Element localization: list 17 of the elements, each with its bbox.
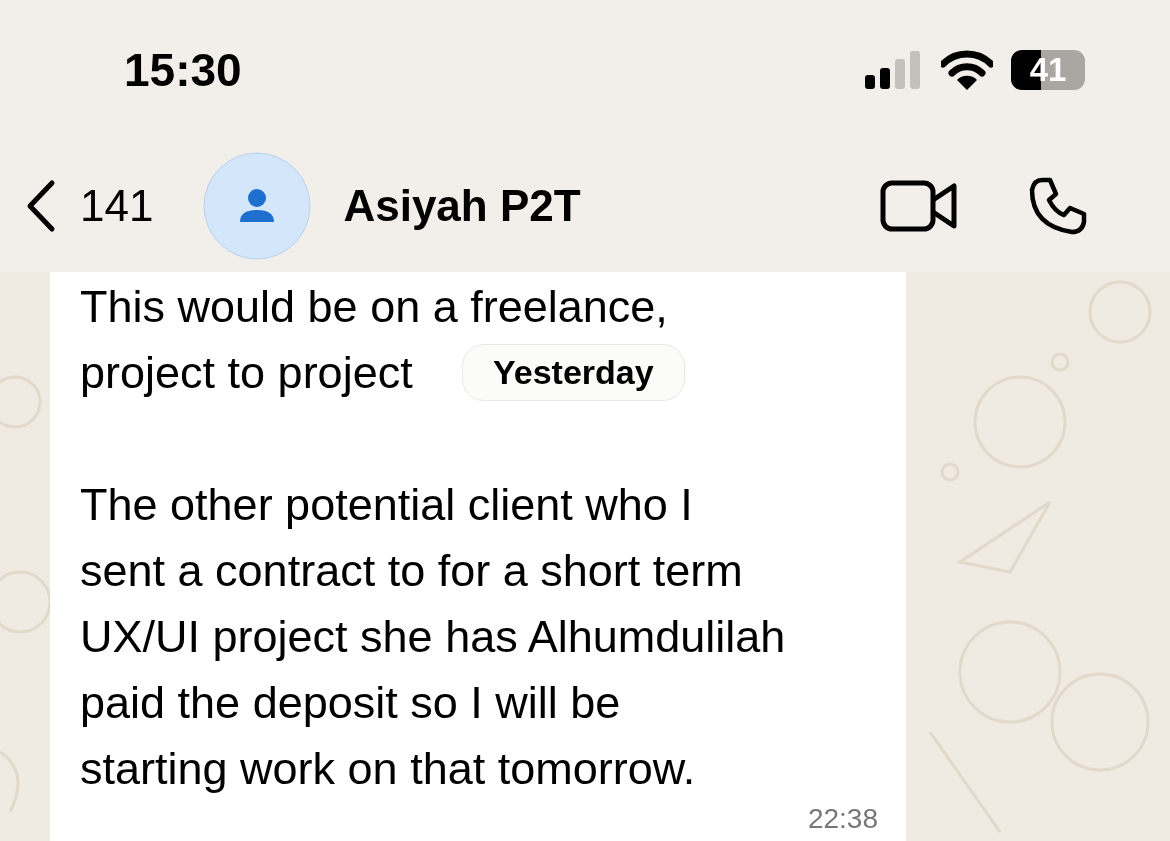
message-line: project to project [80,346,413,400]
message-line: The other potential client who I [80,478,693,532]
phone-call-icon[interactable] [1028,176,1088,236]
wifi-icon [941,50,993,90]
avatar-icon[interactable] [203,152,312,260]
back-button[interactable]: 141 [24,179,154,233]
message-line: This would be on a freelance, [80,280,668,334]
message-line: sent a contract to for a short term [80,544,743,598]
message-time: 22:38 [806,802,878,836]
contact-name[interactable]: Asiyah P2T [343,181,581,231]
status-time: 15:30 [124,43,242,97]
message-line: paid the deposit so I will be [80,676,621,730]
date-chip: Yesterday [462,344,685,401]
message-line: UX/UI project she has Alhumdulilah [80,610,786,664]
signal-icon [865,51,923,89]
video-call-icon[interactable] [880,180,958,232]
message-line: starting work on that tomorrow. [80,742,696,796]
